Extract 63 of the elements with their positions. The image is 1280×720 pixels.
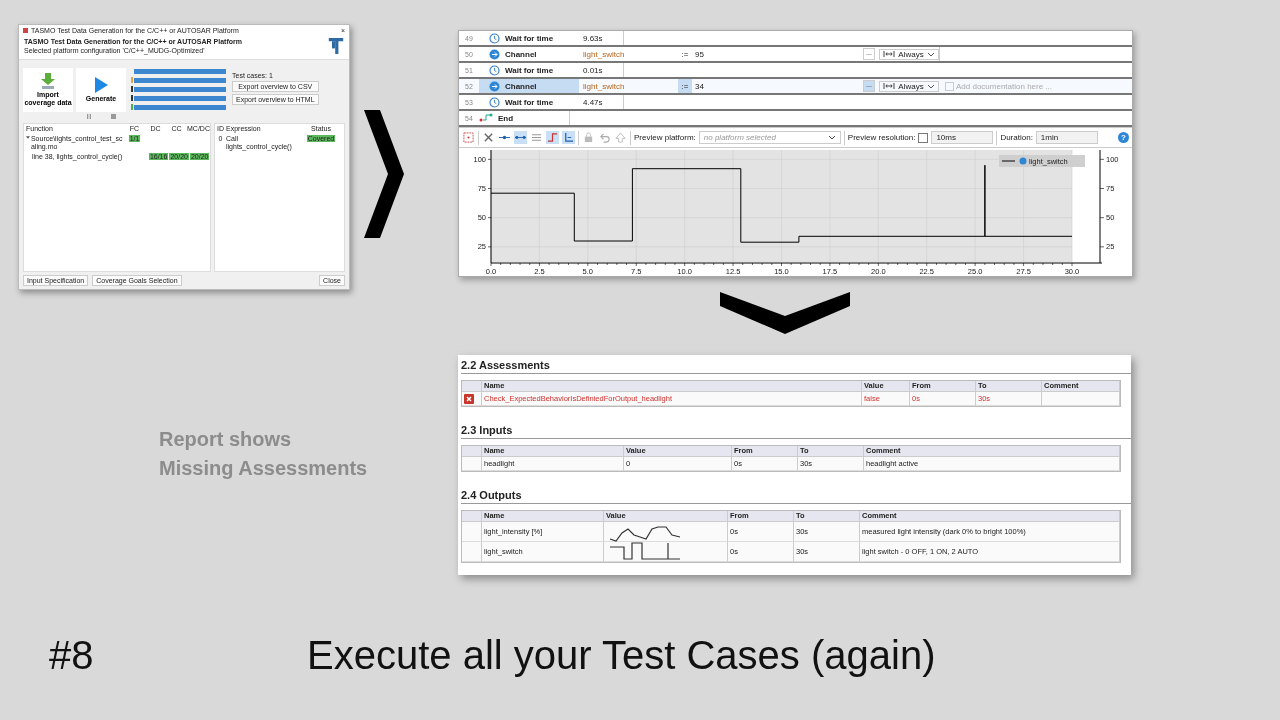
- checkbox[interactable]: [945, 81, 954, 91]
- lock-tool-icon[interactable]: [582, 131, 595, 144]
- grid-tool-icon[interactable]: [462, 131, 475, 144]
- help-button[interactable]: ?: [1118, 132, 1129, 143]
- signal-name: light_switch: [582, 81, 626, 91]
- pause-icon[interactable]: [85, 114, 92, 119]
- mode-dropdown[interactable]: Always: [879, 48, 939, 60]
- clock-icon: [489, 96, 500, 108]
- arrows-icon: [883, 50, 895, 58]
- step-label: Wait for time: [505, 65, 554, 75]
- field-label: Duration:: [1000, 133, 1033, 142]
- step-label: End: [498, 113, 514, 123]
- step-value: 0.01s: [582, 65, 604, 75]
- caret-icon: [827, 135, 836, 140]
- list-tool-icon[interactable]: [530, 131, 543, 144]
- channel-icon: [489, 48, 500, 60]
- undo-tool-icon[interactable]: [598, 131, 611, 144]
- slide-note: Report shows Missing Assessments: [159, 427, 368, 481]
- step-tool-icon[interactable]: [546, 131, 559, 144]
- duration-field[interactable]: 1min: [1035, 131, 1098, 144]
- section-heading: 2.4 Outputs: [461, 489, 1131, 504]
- step-value: 4.47s: [582, 97, 604, 107]
- operator: :=: [678, 79, 692, 93]
- end-icon: [479, 113, 493, 123]
- stop-icon[interactable]: [111, 114, 117, 119]
- section-heading: 2.2 Assessments: [461, 359, 1131, 374]
- slide-number: #8: [49, 633, 94, 678]
- step-alt-tool-icon[interactable]: [562, 131, 575, 144]
- resolution-field[interactable]: 10ms: [931, 131, 994, 144]
- slide-title: Execute all your Test Cases (again): [307, 633, 936, 678]
- field-label: Preview platform:: [634, 133, 696, 142]
- expander-icon[interactable]: [26, 135, 30, 140]
- clock-icon: [489, 64, 500, 76]
- cut-tool-icon[interactable]: [482, 131, 495, 144]
- arrows-icon: [883, 82, 895, 90]
- operator: :=: [680, 48, 690, 61]
- play-icon: [94, 77, 108, 94]
- step-value: 9.63s: [582, 33, 604, 43]
- step-label: Wait for time: [505, 33, 554, 43]
- checkbox[interactable]: [918, 132, 929, 143]
- step-label: Wait for time: [505, 97, 554, 107]
- column-header: [462, 446, 482, 457]
- step-label: Channel: [505, 81, 537, 91]
- section-heading: 2.3 Inputs: [461, 424, 1131, 439]
- up-tool-icon[interactable]: [614, 131, 627, 144]
- mode-dropdown[interactable]: Always: [879, 80, 939, 92]
- column-header: [462, 511, 482, 522]
- chevron-down-icon: [720, 292, 850, 334]
- channel-icon: [489, 80, 500, 92]
- app-icon: [23, 28, 28, 33]
- logo-icon: [328, 37, 344, 55]
- step-value: 34: [694, 81, 705, 91]
- chevron-right-icon: [364, 110, 404, 238]
- caret-icon: [927, 83, 935, 89]
- download-icon: [41, 73, 55, 90]
- signal-name: light_switch: [582, 49, 626, 59]
- documentation-field[interactable]: Add documentation here ...: [956, 81, 1132, 91]
- step-value: 95: [694, 49, 705, 59]
- clock-icon: [489, 32, 500, 44]
- field-label: Preview resolution:: [847, 133, 916, 142]
- step-label: Channel: [505, 49, 537, 59]
- line-dots-tool-icon[interactable]: [514, 131, 527, 144]
- caret-icon: [927, 51, 935, 57]
